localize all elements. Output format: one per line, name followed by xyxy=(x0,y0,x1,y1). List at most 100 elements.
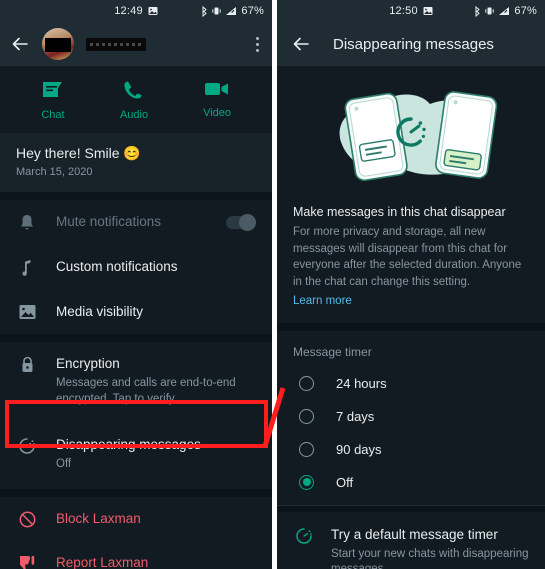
timer-option-7-days[interactable]: 7 days xyxy=(277,399,545,433)
row-body: Try a default message timer Start your n… xyxy=(331,526,529,569)
action-audio-label: Audio xyxy=(119,109,149,121)
row-title: Block Laxman xyxy=(56,510,141,526)
bluetooth-icon xyxy=(201,5,208,17)
timer-option-90-days[interactable]: 90 days xyxy=(277,432,545,466)
row-report-contact[interactable]: Report Laxman xyxy=(0,541,272,569)
row-body: Disappearing messages Off xyxy=(56,436,256,473)
status-time: 12:50 xyxy=(389,5,418,17)
chat-icon xyxy=(41,80,65,103)
about-date: March 15, 2020 xyxy=(16,166,93,178)
row-title: Custom notifications xyxy=(56,259,178,274)
image-icon xyxy=(148,6,158,16)
row-body: Custom notifications xyxy=(56,258,256,276)
video-icon xyxy=(204,80,230,101)
status-bar-center: 12:50 xyxy=(389,5,433,17)
radio-icon-selected[interactable] xyxy=(299,474,314,490)
option-label: 90 days xyxy=(336,441,382,457)
row-subtitle: Off xyxy=(56,458,72,471)
row-encryption[interactable]: Encryption Messages and calls are end-to… xyxy=(0,342,272,420)
row-title: Disappearing messages xyxy=(56,437,201,453)
section-divider xyxy=(277,322,545,331)
timer-option-24-hours[interactable]: 24 hours xyxy=(277,366,545,400)
learn-more-link[interactable]: Learn more xyxy=(293,295,352,307)
avatar[interactable] xyxy=(42,28,74,60)
status-bar-right-icons: 67% xyxy=(474,0,537,22)
row-subtitle: Start your new chats with disappearing m… xyxy=(331,547,529,569)
row-block-contact[interactable]: Block Laxman xyxy=(0,497,272,541)
two-phones-timer-illustration xyxy=(306,80,516,193)
row-body: Media visibility xyxy=(56,303,256,321)
image-icon xyxy=(16,303,38,320)
app-bar-right: Disappearing messages xyxy=(277,22,545,66)
danger-group: Block Laxman Report Laxman xyxy=(0,496,272,569)
message-timer-label: Message timer xyxy=(277,330,545,367)
status-bar-right: 67% xyxy=(201,0,264,22)
row-title: Media visibility xyxy=(56,304,144,319)
row-custom-notifications[interactable]: Custom notifications xyxy=(0,245,272,290)
radio-icon[interactable] xyxy=(299,441,314,457)
about-section[interactable]: Hey there! Smile 😊 March 15, 2020 xyxy=(0,133,272,192)
action-chat-label: Chat xyxy=(41,109,65,121)
option-label: 7 days xyxy=(336,408,375,424)
status-bar-center: 12:49 xyxy=(114,5,158,17)
security-group: Encryption Messages and calls are end-to… xyxy=(0,342,272,489)
row-title: Report Laxman xyxy=(56,554,149,569)
row-body: Encryption Messages and calls are end-to… xyxy=(56,355,256,407)
option-label: Off xyxy=(336,474,354,490)
row-mute-notifications[interactable]: Mute notifications xyxy=(0,200,272,245)
page-title: Disappearing messages xyxy=(333,35,494,53)
message-timer-group: Message timer 24 hours 7 days 90 days Of… xyxy=(277,330,545,506)
timer-icon xyxy=(293,526,315,545)
action-audio[interactable]: Audio xyxy=(120,80,148,121)
description-block: Make messages in this chat disappear For… xyxy=(277,201,545,323)
section-divider xyxy=(0,192,272,200)
image-icon xyxy=(423,6,433,16)
mute-notifications-toggle[interactable] xyxy=(226,214,256,231)
section-divider xyxy=(0,488,272,497)
description-heading: Make messages in this chat disappear xyxy=(293,205,506,219)
notifications-group: Mute notifications Custom notifications … xyxy=(0,200,272,334)
annotation-arrow xyxy=(262,387,286,447)
signal-icon xyxy=(498,6,510,16)
row-body: Mute notifications xyxy=(56,213,208,231)
status-bar-right-panel: 12:50 67% xyxy=(277,0,545,22)
bluetooth-icon xyxy=(474,5,481,17)
row-body: Report Laxman xyxy=(56,554,256,569)
timer-icon xyxy=(16,436,38,455)
row-title: Try a default message timer xyxy=(331,526,498,542)
row-title: Mute notifications xyxy=(56,214,162,229)
phone-icon xyxy=(123,80,145,103)
quick-actions-row: Chat Audio Video xyxy=(0,66,272,133)
illustration-wrap xyxy=(277,66,545,201)
action-video[interactable]: Video xyxy=(203,80,231,121)
block-icon xyxy=(16,510,38,528)
status-bar-left: 12:49 67% xyxy=(0,0,272,22)
option-label: 24 hours xyxy=(336,375,387,391)
back-arrow-icon[interactable] xyxy=(291,34,311,54)
row-body: Block Laxman xyxy=(56,510,256,528)
row-title: Encryption xyxy=(56,356,120,371)
action-chat[interactable]: Chat xyxy=(41,80,65,121)
contact-info-screen: 12:49 67% Chat Audio Video Hey there! Sm… xyxy=(0,0,272,569)
about-status: Hey there! Smile 😊 xyxy=(16,145,141,161)
radio-icon[interactable] xyxy=(299,375,314,391)
bell-icon xyxy=(16,213,38,232)
row-media-visibility[interactable]: Media visibility xyxy=(0,290,272,334)
battery-percent: 67% xyxy=(514,5,537,17)
radio-icon[interactable] xyxy=(299,408,314,424)
vibrate-icon xyxy=(485,6,495,16)
music-note-icon xyxy=(16,258,38,277)
row-default-message-timer[interactable]: Try a default message timer Start your n… xyxy=(277,512,545,569)
action-video-label: Video xyxy=(203,107,232,119)
back-arrow-icon[interactable] xyxy=(10,34,30,54)
overflow-menu-icon[interactable] xyxy=(256,36,262,52)
app-bar-left xyxy=(0,22,272,66)
timer-option-off[interactable]: Off xyxy=(277,465,545,499)
dual-screenshot: 12:49 67% Chat Audio Video Hey there! Sm… xyxy=(0,0,545,569)
row-subtitle: Messages and calls are end-to-end encryp… xyxy=(56,377,236,405)
description-body: For more privacy and storage, all new me… xyxy=(293,226,522,289)
row-disappearing-messages[interactable]: Disappearing messages Off xyxy=(0,420,272,489)
disappearing-messages-screen: 12:50 67% Disappearing messages Make mes… xyxy=(277,0,545,569)
section-divider xyxy=(0,334,272,342)
default-timer-group: Try a default message timer Start your n… xyxy=(277,511,545,569)
